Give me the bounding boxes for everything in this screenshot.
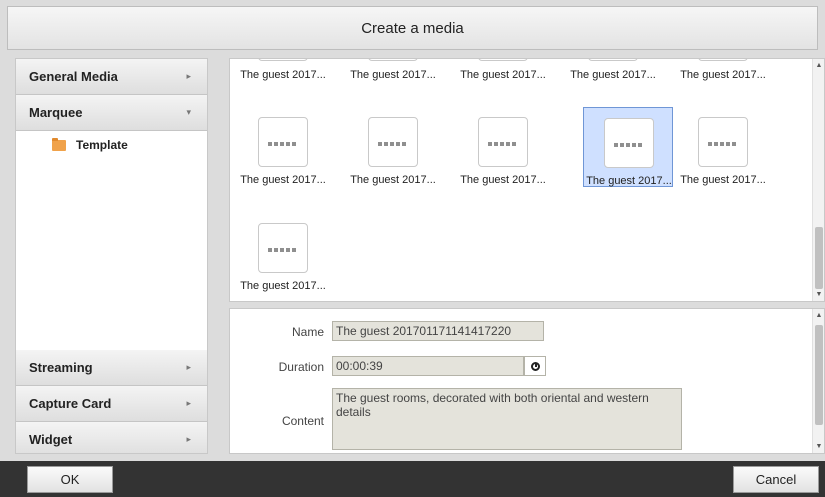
chevron-right-icon: ▸ (186, 434, 191, 444)
sidebar-item-label: Streaming (29, 360, 93, 375)
dialog-title: Create a media (7, 6, 818, 50)
media-tile[interactable]: The guest 2017... (458, 117, 548, 197)
media-caption: The guest 2017... (586, 175, 672, 187)
details-scrollbar[interactable]: ▲ ▼ (812, 309, 824, 453)
media-caption: The guest 2017... (240, 280, 326, 292)
sidebar-item-capture-card[interactable]: Capture Card ▸ (16, 386, 207, 422)
media-caption: The guest 2017... (240, 174, 326, 186)
name-field[interactable] (332, 321, 544, 341)
media-type-sidebar: General Media ▸ Marquee ▾ Template Strea… (15, 58, 208, 454)
sidebar-item-widget[interactable]: Widget ▸ (16, 422, 207, 453)
media-tile[interactable]: The guest 2017... (678, 117, 768, 197)
create-media-dialog: Create a media General Media ▸ Marquee ▾… (0, 0, 825, 497)
content-label: Content (281, 414, 324, 428)
sidebar-item-label: General Media (29, 69, 118, 84)
sidebar-item-label: Widget (29, 432, 73, 447)
media-thumbnail (698, 117, 748, 167)
scroll-down-icon[interactable]: ▼ (813, 291, 824, 298)
media-caption: The guest 2017... (680, 174, 766, 186)
media-caption: The guest 2017... (350, 174, 436, 186)
scroll-up-icon[interactable]: ▲ (813, 62, 824, 69)
content-field[interactable]: The guest rooms, decorated with both ori… (332, 388, 682, 450)
name-label: Name (291, 325, 324, 339)
media-tile-selected[interactable]: The guest 2017... (583, 107, 673, 187)
media-caption: The guest 2017... (240, 69, 326, 81)
dialog-footer: OK Cancel (0, 461, 825, 497)
chevron-right-icon: ▸ (186, 71, 191, 81)
folder-icon (52, 137, 66, 151)
gallery-scrollbar[interactable]: ▲ ▼ (812, 59, 824, 301)
sidebar-item-label: Capture Card (29, 396, 112, 411)
sidebar-item-streaming[interactable]: Streaming ▸ (16, 350, 207, 386)
sidebar-item-general-media[interactable]: General Media ▸ (16, 59, 207, 95)
media-thumbnail (604, 118, 654, 168)
media-thumbnail (478, 117, 528, 167)
sidebar-item-marquee[interactable]: Marquee ▾ (16, 95, 207, 131)
media-caption: The guest 2017... (460, 174, 546, 186)
media-thumbnail (258, 117, 308, 167)
media-caption: The guest 2017... (570, 69, 656, 81)
media-tile[interactable]: The guest 2017... (238, 117, 328, 197)
media-thumbnail (478, 59, 528, 61)
ok-button[interactable]: OK (27, 466, 113, 493)
sidebar-item-label: Template (76, 138, 128, 152)
scroll-up-icon[interactable]: ▲ (813, 312, 824, 319)
chevron-right-icon: ▸ (186, 398, 191, 408)
scrollbar-thumb[interactable] (815, 227, 823, 289)
clock-icon[interactable] (524, 356, 546, 376)
duration-field[interactable] (332, 356, 524, 376)
chevron-right-icon: ▸ (186, 362, 191, 372)
media-caption: The guest 2017... (460, 69, 546, 81)
sidebar-item-label: Marquee (29, 105, 83, 120)
media-caption: The guest 2017... (350, 69, 436, 81)
media-thumbnail (368, 59, 418, 61)
sidebar-item-template[interactable]: Template (16, 131, 207, 159)
media-caption: The guest 2017... (680, 69, 766, 81)
media-tile[interactable]: The guest 2017... (348, 117, 438, 197)
cancel-button[interactable]: Cancel (733, 466, 819, 493)
media-thumbnail (258, 59, 308, 61)
media-thumbnail (258, 223, 308, 273)
media-details-panel: Name Duration Content The guest rooms, d… (229, 308, 825, 454)
media-tile[interactable]: The guest 2017... (238, 223, 328, 301)
media-thumbnail (588, 59, 638, 61)
media-thumbnail (368, 117, 418, 167)
media-thumbnail (698, 59, 748, 61)
scrollbar-thumb[interactable] (815, 325, 823, 425)
media-gallery: The guest 2017... The guest 2017... The … (229, 58, 825, 302)
scroll-down-icon[interactable]: ▼ (813, 443, 824, 450)
chevron-down-icon: ▾ (186, 107, 191, 117)
duration-label: Duration (278, 360, 324, 374)
